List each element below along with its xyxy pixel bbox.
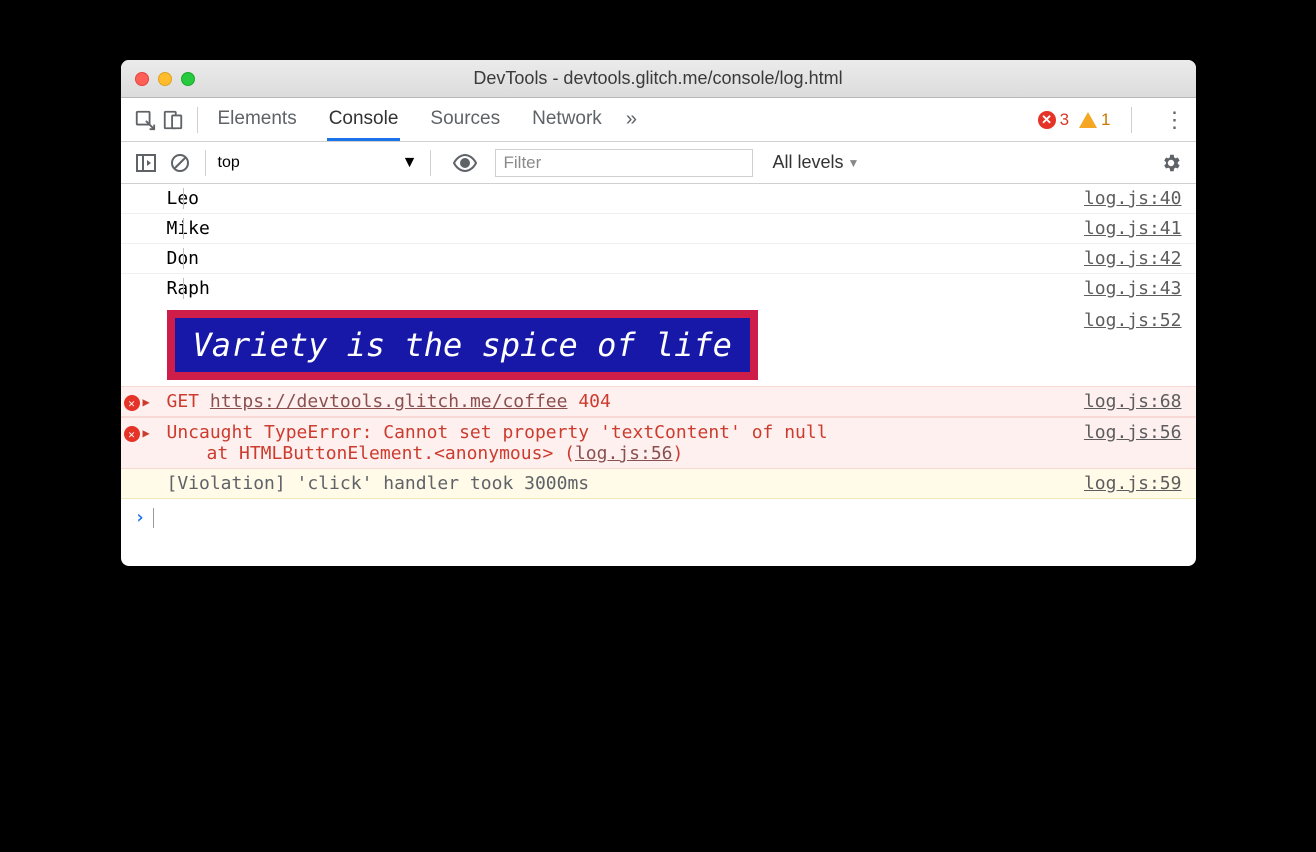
stack-link[interactable]: log.js:56 [575, 443, 673, 464]
source-link[interactable]: log.js:42 [1084, 248, 1182, 269]
clear-console-icon[interactable] [167, 150, 193, 176]
context-value: top [218, 154, 240, 172]
maximize-icon[interactable] [181, 72, 195, 86]
divider [430, 150, 431, 176]
source-link[interactable]: log.js:68 [1084, 391, 1182, 412]
error-url[interactable]: https://devtools.glitch.me/coffee [210, 391, 568, 412]
console-input[interactable] [153, 508, 157, 528]
log-text: Don [163, 248, 1084, 269]
device-toggle-icon[interactable] [159, 106, 187, 134]
divider [205, 150, 206, 176]
minimize-icon[interactable] [158, 72, 172, 86]
tab-sources[interactable]: Sources [428, 98, 502, 141]
more-tabs-icon[interactable]: » [626, 108, 637, 131]
log-levels-selector[interactable]: All levels ▼ [773, 152, 860, 173]
styled-log-text: Variety is the spice of life [167, 310, 758, 380]
error-icon: ✕ [1038, 111, 1056, 129]
devtools-window: DevTools - devtools.glitch.me/console/lo… [121, 60, 1196, 566]
error-icon: ✕ [124, 426, 140, 442]
levels-label: All levels [773, 152, 844, 173]
styled-log[interactable]: Variety is the spice of life log.js:52 [121, 304, 1196, 386]
live-expression-icon[interactable] [453, 154, 477, 172]
source-link[interactable]: log.js:40 [1084, 188, 1182, 209]
log-group-item[interactable]: Raph log.js:43 [121, 274, 1196, 304]
tab-console[interactable]: Console [327, 98, 401, 141]
divider [1131, 107, 1132, 133]
prompt-caret-icon: › [135, 507, 146, 528]
log-group-item[interactable]: Mike log.js:41 [121, 214, 1196, 244]
console-prompt[interactable]: › [121, 499, 1196, 536]
error-count-badge[interactable]: ✕ 3 [1038, 110, 1069, 130]
source-link[interactable]: log.js:43 [1084, 278, 1182, 299]
exception-log[interactable]: ✕ ▶ Uncaught TypeError: Cannot set prope… [121, 417, 1196, 469]
settings-gear-icon[interactable] [1158, 150, 1184, 176]
divider [197, 107, 198, 133]
expand-icon[interactable]: ▶ [143, 422, 163, 440]
violation-log[interactable]: [Violation] 'click' handler took 3000ms … [121, 469, 1196, 499]
network-error-log[interactable]: ✕ ▶ GET https://devtools.glitch.me/coffe… [121, 386, 1196, 417]
source-link[interactable]: log.js:56 [1084, 422, 1182, 443]
log-group-item[interactable]: Don log.js:42 [121, 244, 1196, 274]
sidebar-toggle-icon[interactable] [133, 150, 159, 176]
error-icon: ✕ [124, 395, 140, 411]
panel-tabs: Elements Console Sources Network » ✕ 3 1… [121, 98, 1196, 142]
error-message: GET https://devtools.glitch.me/coffee 40… [163, 391, 1084, 412]
log-text: Mike [163, 218, 1084, 239]
kebab-menu-icon[interactable]: ⋮ [1164, 107, 1186, 133]
tab-network[interactable]: Network [530, 98, 604, 141]
log-group-item[interactable]: Leo log.js:40 [121, 184, 1196, 214]
exception-message: Uncaught TypeError: Cannot set property … [163, 422, 1084, 464]
console-toolbar: top ▼ All levels ▼ [121, 142, 1196, 184]
source-link[interactable]: log.js:41 [1084, 218, 1182, 239]
inspect-icon[interactable] [131, 106, 159, 134]
tab-list: Elements Console Sources Network [216, 98, 604, 141]
source-link[interactable]: log.js:52 [1084, 310, 1182, 331]
warning-count-badge[interactable]: 1 [1079, 110, 1110, 130]
console-output: Leo log.js:40 Mike log.js:41 Don log.js:… [121, 184, 1196, 566]
error-count: 3 [1060, 110, 1069, 130]
traffic-lights [135, 72, 195, 86]
caret-down-icon: ▼ [402, 154, 418, 172]
log-text: Raph [163, 278, 1084, 299]
titlebar: DevTools - devtools.glitch.me/console/lo… [121, 60, 1196, 98]
filter-input[interactable] [495, 149, 753, 177]
window-title: DevTools - devtools.glitch.me/console/lo… [121, 68, 1196, 89]
violation-text: [Violation] 'click' handler took 3000ms [163, 473, 1084, 494]
warning-icon [1079, 112, 1097, 128]
log-text: Leo [163, 188, 1084, 209]
tab-elements[interactable]: Elements [216, 98, 299, 141]
expand-icon[interactable]: ▶ [143, 391, 163, 409]
caret-down-icon: ▼ [848, 156, 860, 170]
source-link[interactable]: log.js:59 [1084, 473, 1182, 494]
warning-count: 1 [1101, 110, 1110, 130]
context-selector[interactable]: top ▼ [218, 154, 418, 172]
close-icon[interactable] [135, 72, 149, 86]
